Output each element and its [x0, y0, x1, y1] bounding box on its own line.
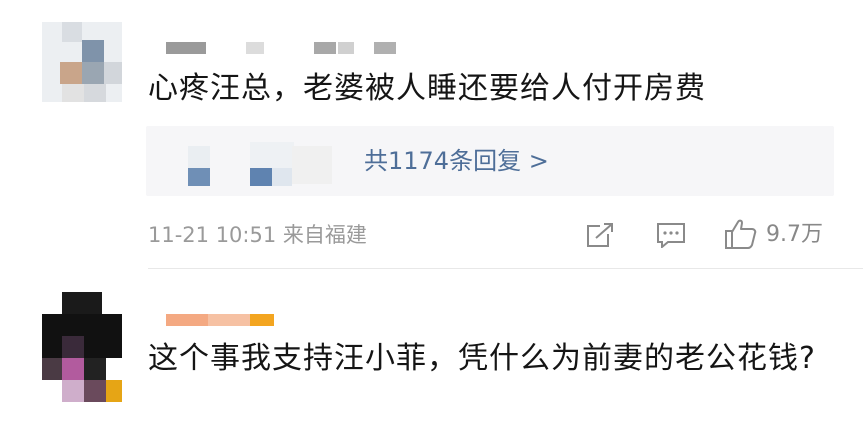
username-redacted[interactable]: [166, 314, 276, 326]
thumbs-up-icon[interactable]: [724, 218, 758, 254]
timestamp: 11-21 10:51 来自福建: [148, 223, 367, 247]
comment-text: 这个事我支持汪小菲，凭什么为前妻的老公花钱?: [148, 341, 816, 376]
comment-icon[interactable]: [656, 222, 686, 252]
username-redacted[interactable]: [166, 42, 396, 54]
comment-item: 这个事我支持汪小菲，凭什么为前妻的老公花钱?: [0, 270, 863, 431]
view-replies-link[interactable]: 共1174条回复 >: [364, 126, 549, 196]
like-count: 9.7万: [766, 222, 823, 247]
location: 来自福建: [282, 223, 367, 247]
comment-text: 心疼汪总，老婆被人睡还要给人付开房费: [148, 71, 706, 106]
share-icon[interactable]: [586, 222, 614, 252]
comment-item: 心疼汪总，老婆被人睡还要给人付开房费 共1174条回复 > 11-21 10:5…: [0, 0, 863, 270]
comment-meta: 11-21 10:51 来自福建 9.7万: [148, 219, 848, 252]
divider: [148, 268, 863, 269]
replies-box[interactable]: 共1174条回复 >: [146, 126, 834, 196]
avatar[interactable]: [42, 22, 122, 102]
avatar[interactable]: [42, 292, 122, 416]
